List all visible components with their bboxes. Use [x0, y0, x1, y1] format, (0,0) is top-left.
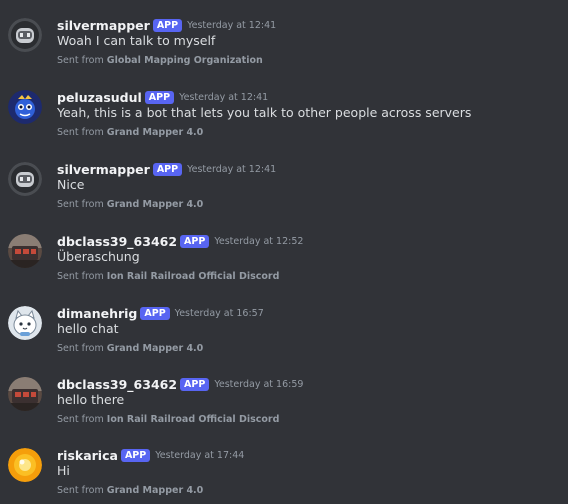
sent-from-line: Sent from Ion Rail Railroad Official Dis… — [57, 414, 279, 425]
orange-orb-icon — [8, 448, 42, 482]
message-item: dimanehrig APP Yesterday at 16:57 hello ch… — [0, 306, 568, 378]
timestamp[interactable]: Yesterday at 12:41 — [187, 164, 276, 175]
message-header: dbclass39_63462 APP Yesterday at 16:59 — [57, 374, 303, 392]
message-item: silvermapper APP Yesterday at 12:41 Nice S… — [0, 162, 568, 234]
sent-from-line: Sent from Grand Mapper 4.0 — [57, 127, 203, 138]
sent-from-line: Sent from Global Mapping Organization — [57, 55, 263, 66]
robot-head-icon — [8, 162, 42, 196]
avatar[interactable] — [8, 90, 42, 124]
sent-from-line: Sent from Grand Mapper 4.0 — [57, 343, 203, 354]
avatar[interactable] — [8, 162, 42, 196]
timestamp[interactable]: Yesterday at 16:57 — [175, 308, 264, 319]
timestamp[interactable]: Yesterday at 12:52 — [214, 236, 303, 247]
message-header: dbclass39_63462 APP Yesterday at 12:52 — [57, 231, 303, 249]
sent-from-line: Sent from Grand Mapper 4.0 — [57, 485, 203, 496]
message-text: Überaschung — [57, 249, 140, 264]
avatar[interactable] — [8, 377, 42, 411]
timestamp[interactable]: Yesterday at 12:41 — [179, 92, 268, 103]
robot-head-icon — [8, 18, 42, 52]
message-header: silvermapper APP Yesterday at 12:41 — [57, 15, 276, 33]
server-name: Ion Rail Railroad Official Discord — [106, 271, 280, 282]
app-badge: APP — [152, 19, 183, 32]
username[interactable]: riskarica — [57, 448, 118, 463]
sent-from-prefix: Sent from — [57, 199, 104, 210]
timestamp[interactable]: Yesterday at 17:44 — [155, 450, 244, 461]
blue-character-icon — [8, 90, 42, 124]
app-badge: APP — [180, 235, 210, 248]
app-badge: APP — [120, 449, 151, 462]
message-text: Woah I can talk to myself — [57, 33, 216, 48]
message-item: silvermapper APP Yesterday at 12:41 Woah I… — [0, 18, 568, 90]
sent-from-line: Sent from Ion Rail Railroad Official Dis… — [57, 271, 279, 282]
username[interactable]: dimanehrig — [57, 306, 137, 321]
avatar[interactable] — [8, 234, 42, 268]
message-text: hello there — [57, 392, 125, 407]
message-header: peluzasudul APP Yesterday at 12:41 — [57, 87, 268, 105]
cat-icon — [8, 306, 42, 340]
message-item: riskarica APP Yesterday at 17:44 Hi Sent f… — [0, 448, 568, 504]
server-name: Grand Mapper 4.0 — [106, 199, 204, 210]
avatar[interactable] — [8, 448, 42, 482]
message-text: Yeah, this is a bot that lets you talk t… — [57, 105, 472, 120]
app-badge: APP — [180, 378, 210, 391]
chat-message-list: silvermapper APP Yesterday at 12:41 Woah I… — [0, 0, 568, 504]
train-photo-icon — [8, 234, 42, 268]
sent-from-prefix: Sent from — [57, 271, 104, 282]
train-photo-icon — [8, 377, 42, 411]
app-badge: APP — [144, 91, 175, 104]
server-name: Grand Mapper 4.0 — [106, 343, 204, 354]
server-name: Grand Mapper 4.0 — [106, 485, 204, 496]
sent-from-prefix: Sent from — [57, 127, 104, 138]
app-badge: APP — [152, 163, 183, 176]
sent-from-line: Sent from Grand Mapper 4.0 — [57, 199, 203, 210]
sent-from-prefix: Sent from — [57, 414, 104, 425]
message-text: hello chat — [57, 321, 119, 336]
message-text: Hi — [57, 463, 70, 478]
message-item: dbclass39_63462 APP Yesterday at 16:59 hel… — [0, 377, 568, 449]
timestamp[interactable]: Yesterday at 12:41 — [187, 20, 276, 31]
username[interactable]: peluzasudul — [57, 90, 142, 105]
sent-from-prefix: Sent from — [57, 343, 104, 354]
server-name: Grand Mapper 4.0 — [106, 127, 204, 138]
message-header: dimanehrig APP Yesterday at 16:57 — [57, 303, 264, 321]
timestamp[interactable]: Yesterday at 16:59 — [214, 379, 303, 390]
username[interactable]: silvermapper — [57, 18, 150, 33]
username[interactable]: silvermapper — [57, 162, 150, 177]
message-item: peluzasudul APP Yesterday at 12:41 Yeah, t… — [0, 90, 568, 162]
app-badge: APP — [140, 307, 170, 320]
sent-from-prefix: Sent from — [57, 55, 104, 66]
message-header: silvermapper APP Yesterday at 12:41 — [57, 159, 276, 177]
username[interactable]: dbclass39_63462 — [57, 377, 177, 392]
message-text: Nice — [57, 177, 85, 192]
sent-from-prefix: Sent from — [57, 485, 104, 496]
avatar[interactable] — [8, 18, 42, 52]
server-name: Global Mapping Organization — [106, 55, 263, 66]
username[interactable]: dbclass39_63462 — [57, 234, 177, 249]
server-name: Ion Rail Railroad Official Discord — [106, 414, 280, 425]
message-header: riskarica APP Yesterday at 17:44 — [57, 445, 244, 463]
message-item: dbclass39_63462 APP Yesterday at 12:52 Übe… — [0, 234, 568, 306]
avatar[interactable] — [8, 306, 42, 340]
